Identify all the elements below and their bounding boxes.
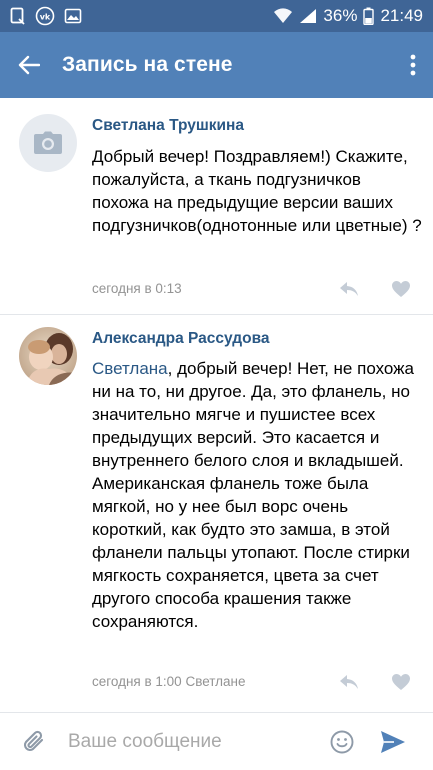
- status-left-icons: vk: [10, 6, 82, 26]
- battery-percent: 36%: [323, 6, 358, 25]
- reply-button[interactable]: [336, 278, 362, 300]
- comment-meta: сегодня в 1:00 Светлане: [92, 674, 246, 689]
- comment-text: Добрый вечер! Поздравляем!) Скажите, пож…: [92, 147, 422, 235]
- reply-icon: [340, 282, 358, 296]
- like-button[interactable]: [388, 278, 414, 300]
- status-right-icons: 36% 21:49: [273, 6, 423, 26]
- app-bar: Запись на стене: [0, 32, 433, 98]
- status-bar: vk 36% 21:49: [0, 0, 433, 32]
- smiley-icon: [330, 730, 354, 753]
- reply-icon: [340, 675, 358, 689]
- attach-button[interactable]: [0, 713, 68, 770]
- heart-icon: [392, 674, 410, 690]
- signal-icon: [299, 8, 317, 24]
- send-button[interactable]: [364, 713, 422, 770]
- clock: 21:49: [380, 6, 423, 25]
- more-vertical-icon: [410, 54, 416, 76]
- message-input[interactable]: [68, 721, 316, 762]
- page-title: Запись на стене: [62, 53, 233, 76]
- comment-text: Светлана, добрый вечер! Нет, не похожа н…: [92, 357, 422, 633]
- comment-item: Александра Рассудова Светлана, добрый ве…: [0, 314, 433, 706]
- avatar[interactable]: [19, 114, 77, 172]
- more-options-button[interactable]: [393, 32, 433, 98]
- like-button[interactable]: [388, 671, 414, 693]
- message-composer: [0, 712, 433, 770]
- vk-badge-icon: vk: [35, 6, 55, 26]
- comment-author[interactable]: Александра Рассудова: [92, 330, 270, 348]
- reply-button[interactable]: [336, 671, 362, 693]
- avatar[interactable]: [19, 327, 77, 385]
- heart-icon: [392, 281, 410, 297]
- comment-item: Светлана Трушкина Добрый вечер! Поздравл…: [0, 98, 433, 314]
- emoji-button[interactable]: [320, 713, 364, 770]
- gallery-icon: [64, 7, 82, 25]
- svg-text:vk: vk: [40, 13, 51, 22]
- comment-meta: сегодня в 0:13: [92, 281, 182, 296]
- arrow-left-icon: [18, 55, 40, 75]
- comment-text-body: , добрый вечер! Нет, не похожа ни на то,…: [92, 359, 414, 631]
- send-icon: [381, 730, 405, 753]
- paperclip-icon: [23, 730, 44, 751]
- wifi-icon: [273, 8, 293, 24]
- notification-icon: [10, 7, 26, 25]
- back-button[interactable]: [0, 32, 58, 98]
- comments-list: Светлана Трушкина Добрый вечер! Поздравл…: [0, 98, 433, 706]
- user-photo: [19, 327, 77, 385]
- mention-link[interactable]: Светлана: [92, 359, 168, 378]
- camera-placeholder-icon: [34, 131, 62, 154]
- comment-author[interactable]: Светлана Трушкина: [92, 117, 244, 135]
- battery-icon: [363, 7, 375, 25]
